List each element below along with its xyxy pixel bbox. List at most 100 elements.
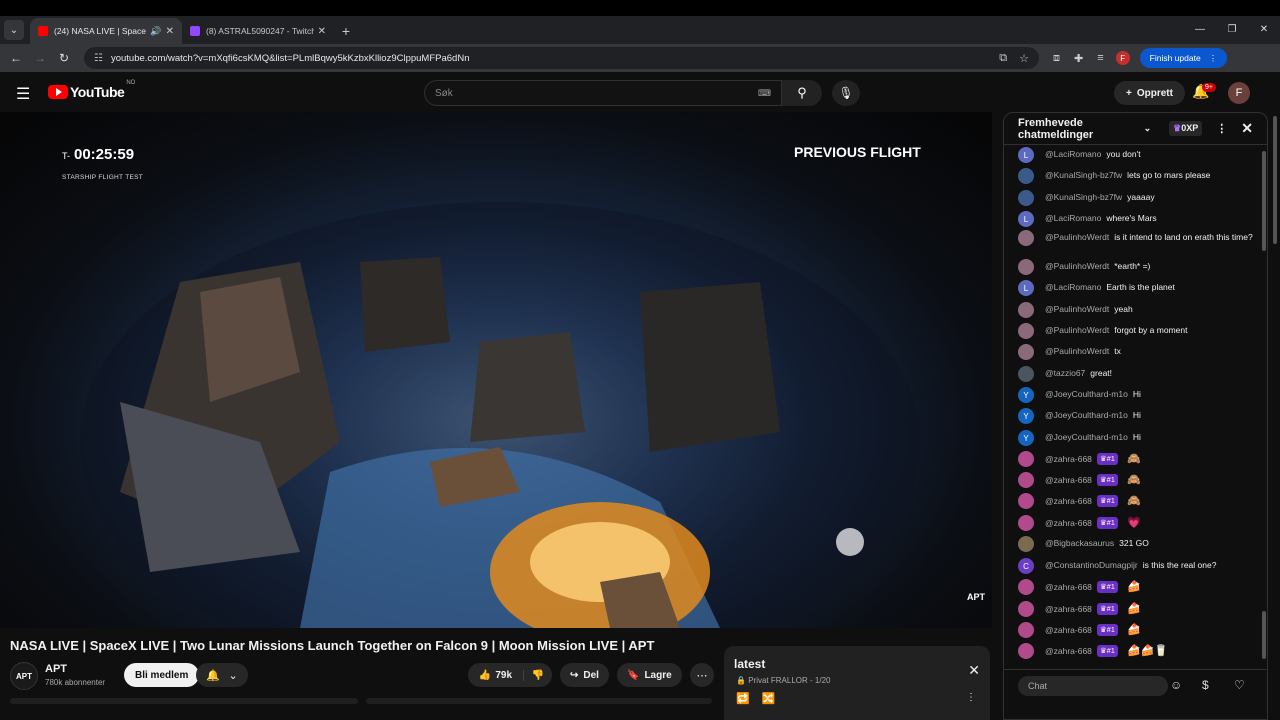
chat-author[interactable]: @PaulinhoWerdt: [1045, 325, 1109, 336]
chat-message[interactable]: @zahra-668 ♛#1 🍰: [1018, 579, 1254, 595]
chat-message[interactable]: @PaulinhoWerdt tx: [1018, 344, 1254, 360]
finish-update-button[interactable]: Finish update ⋮: [1139, 48, 1228, 68]
page-scrollbar-thumb[interactable]: [1273, 116, 1277, 244]
close-tab-icon[interactable]: ✕: [166, 26, 174, 37]
chat-author[interactable]: @zahra-668: [1045, 625, 1092, 636]
speaker-icon[interactable]: 🔊: [150, 26, 161, 37]
url-text[interactable]: youtube.com/watch?v=mXqfi6csKMQ&list=PLm…: [111, 53, 987, 64]
chat-avatar[interactable]: [1018, 168, 1034, 184]
chat-avatar[interactable]: L: [1018, 211, 1034, 227]
chat-avatar[interactable]: [1018, 601, 1034, 617]
chat-author[interactable]: @zahra-668: [1045, 518, 1092, 529]
chat-message[interactable]: Y @JoeyCoulthard-m1o Hi: [1018, 430, 1254, 446]
heart-icon[interactable]: ♡: [1234, 678, 1245, 692]
chat-message[interactable]: @PaulinhoWerdt is it intend to land on er…: [1018, 230, 1254, 246]
chat-author[interactable]: @JoeyCoulthard-m1o: [1045, 410, 1128, 421]
close-playlist-icon[interactable]: ✕: [968, 662, 980, 679]
chat-avatar[interactable]: [1018, 344, 1034, 360]
chat-author[interactable]: @ConstantinoDumagpijr: [1045, 560, 1138, 571]
menu-icon[interactable]: ☰: [16, 84, 30, 104]
playlist-more-icon[interactable]: ⋮: [966, 692, 976, 703]
chevron-down-icon[interactable]: ⌄: [1144, 123, 1152, 134]
chat-avatar[interactable]: [1018, 302, 1034, 318]
back-icon[interactable]: ←: [4, 51, 28, 65]
chat-author[interactable]: @zahra-668: [1045, 582, 1092, 593]
page-scrollbar[interactable]: [1270, 112, 1280, 720]
new-tab-icon[interactable]: +: [334, 23, 358, 39]
keyboard-icon[interactable]: ⌨: [758, 88, 771, 99]
chat-avatar[interactable]: [1018, 515, 1034, 531]
extensions-icon[interactable]: ⧈: [1053, 52, 1060, 65]
chat-message[interactable]: @zahra-668 ♛#1 💗: [1018, 515, 1254, 531]
chat-avatar[interactable]: [1018, 190, 1034, 206]
chat-author[interactable]: @KunalSingh-bz7fw: [1045, 192, 1122, 203]
search-input[interactable]: Søk ⌨: [424, 80, 782, 106]
chat-avatar[interactable]: Y: [1018, 408, 1034, 424]
chat-author[interactable]: @KunalSingh-bz7fw: [1045, 170, 1122, 181]
dislike-button[interactable]: 👎: [524, 670, 552, 681]
minimize-icon[interactable]: —: [1184, 16, 1216, 44]
chat-message[interactable]: @zahra-668 ♛#1 🍰: [1018, 601, 1254, 617]
channel-avatar[interactable]: APT: [10, 662, 38, 690]
chat-avatar[interactable]: [1018, 323, 1034, 339]
profile-avatar[interactable]: F: [1115, 51, 1130, 65]
chat-author[interactable]: @PaulinhoWerdt: [1045, 261, 1109, 272]
chat-author[interactable]: @zahra-668: [1045, 454, 1092, 465]
chat-avatar[interactable]: [1018, 579, 1034, 595]
playlist-title[interactable]: latest: [734, 657, 765, 671]
close-chat-icon[interactable]: ✕: [1241, 120, 1253, 137]
channel-watermark[interactable]: APT: [967, 592, 985, 602]
chat-author[interactable]: @zahra-668: [1045, 646, 1092, 657]
chat-author[interactable]: @Bigbackasaurus: [1045, 538, 1114, 549]
chat-avatar[interactable]: [1018, 536, 1034, 552]
super-chat-icon[interactable]: $: [1202, 678, 1209, 692]
chat-avatar[interactable]: L: [1018, 280, 1034, 296]
close-window-icon[interactable]: ✕: [1248, 16, 1280, 44]
chat-message[interactable]: @KunalSingh-bz7fw yaaaay: [1018, 190, 1254, 206]
chat-message[interactable]: @PaulinhoWerdt yeah: [1018, 302, 1254, 318]
chat-avatar[interactable]: [1018, 366, 1034, 382]
chat-message[interactable]: @zahra-668 ♛#1 🍰: [1018, 622, 1254, 638]
chat-author[interactable]: @JoeyCoulthard-m1o: [1045, 432, 1128, 443]
chat-author[interactable]: @zahra-668: [1045, 475, 1092, 486]
reload-icon[interactable]: ↻: [52, 51, 76, 65]
chat-author[interactable]: @zahra-668: [1045, 496, 1092, 507]
address-bar[interactable]: ☷ youtube.com/watch?v=mXqfi6csKMQ&list=P…: [84, 47, 1039, 69]
channel-name[interactable]: APT: [45, 663, 67, 675]
search-button[interactable]: ⚲: [782, 80, 822, 106]
chat-avatar[interactable]: [1018, 451, 1034, 467]
chat-input[interactable]: Chat: [1018, 676, 1168, 696]
chat-message[interactable]: @KunalSingh-bz7fw lets go to mars please: [1018, 168, 1254, 184]
save-button[interactable]: 🔖 Lagre: [617, 663, 682, 687]
join-button[interactable]: Bli medlem: [124, 663, 200, 687]
chat-scrollbar-thumb[interactable]: [1262, 611, 1266, 659]
chat-message[interactable]: @tazzio67 great!: [1018, 366, 1254, 382]
chat-message[interactable]: @zahra-668 ♛#1 🙈: [1018, 472, 1254, 488]
bookmark-star-icon[interactable]: ☆: [1019, 52, 1029, 65]
chat-avatar[interactable]: [1018, 472, 1034, 488]
chat-message[interactable]: @Bigbackasaurus 321 GO: [1018, 536, 1254, 552]
voice-search-button[interactable]: 🎙: [832, 80, 860, 106]
chat-author[interactable]: @zahra-668: [1045, 604, 1092, 615]
chat-avatar[interactable]: [1018, 259, 1034, 275]
chat-message[interactable]: C @ConstantinoDumagpijr is this the real o…: [1018, 558, 1254, 574]
site-info-icon[interactable]: ☷: [94, 53, 103, 64]
chat-author[interactable]: @LaciRomano: [1045, 149, 1101, 160]
chat-avatar[interactable]: Y: [1018, 387, 1034, 403]
chat-message[interactable]: L @LaciRomano Earth is the planet: [1018, 280, 1254, 296]
tab-search-icon[interactable]: ⌄: [4, 20, 24, 40]
chat-author[interactable]: @PaulinhoWerdt: [1045, 232, 1109, 243]
like-button[interactable]: 👍 79k: [468, 669, 524, 681]
chat-message[interactable]: @PaulinhoWerdt forgot by a moment: [1018, 323, 1254, 339]
share-button[interactable]: ↪ Del: [560, 663, 609, 687]
media-icon[interactable]: ≡: [1097, 52, 1103, 64]
chat-message[interactable]: @zahra-668 ♛#1 🙈: [1018, 451, 1254, 467]
chat-avatar[interactable]: C: [1018, 558, 1034, 574]
emoji-icon[interactable]: ☺: [1170, 678, 1182, 692]
chat-avatar[interactable]: [1018, 493, 1034, 509]
chat-avatar[interactable]: [1018, 230, 1034, 246]
chat-message[interactable]: L @LaciRomano you don't: [1018, 147, 1254, 163]
tab-youtube[interactable]: (24) NASA LIVE | SpaceX LIV 🔊 ✕: [30, 18, 182, 44]
video-player[interactable]: T- 00:25:59 STARSHIP FLIGHT TEST PREVIOUS…: [0, 112, 992, 628]
chat-author[interactable]: @JoeyCoulthard-m1o: [1045, 389, 1128, 400]
